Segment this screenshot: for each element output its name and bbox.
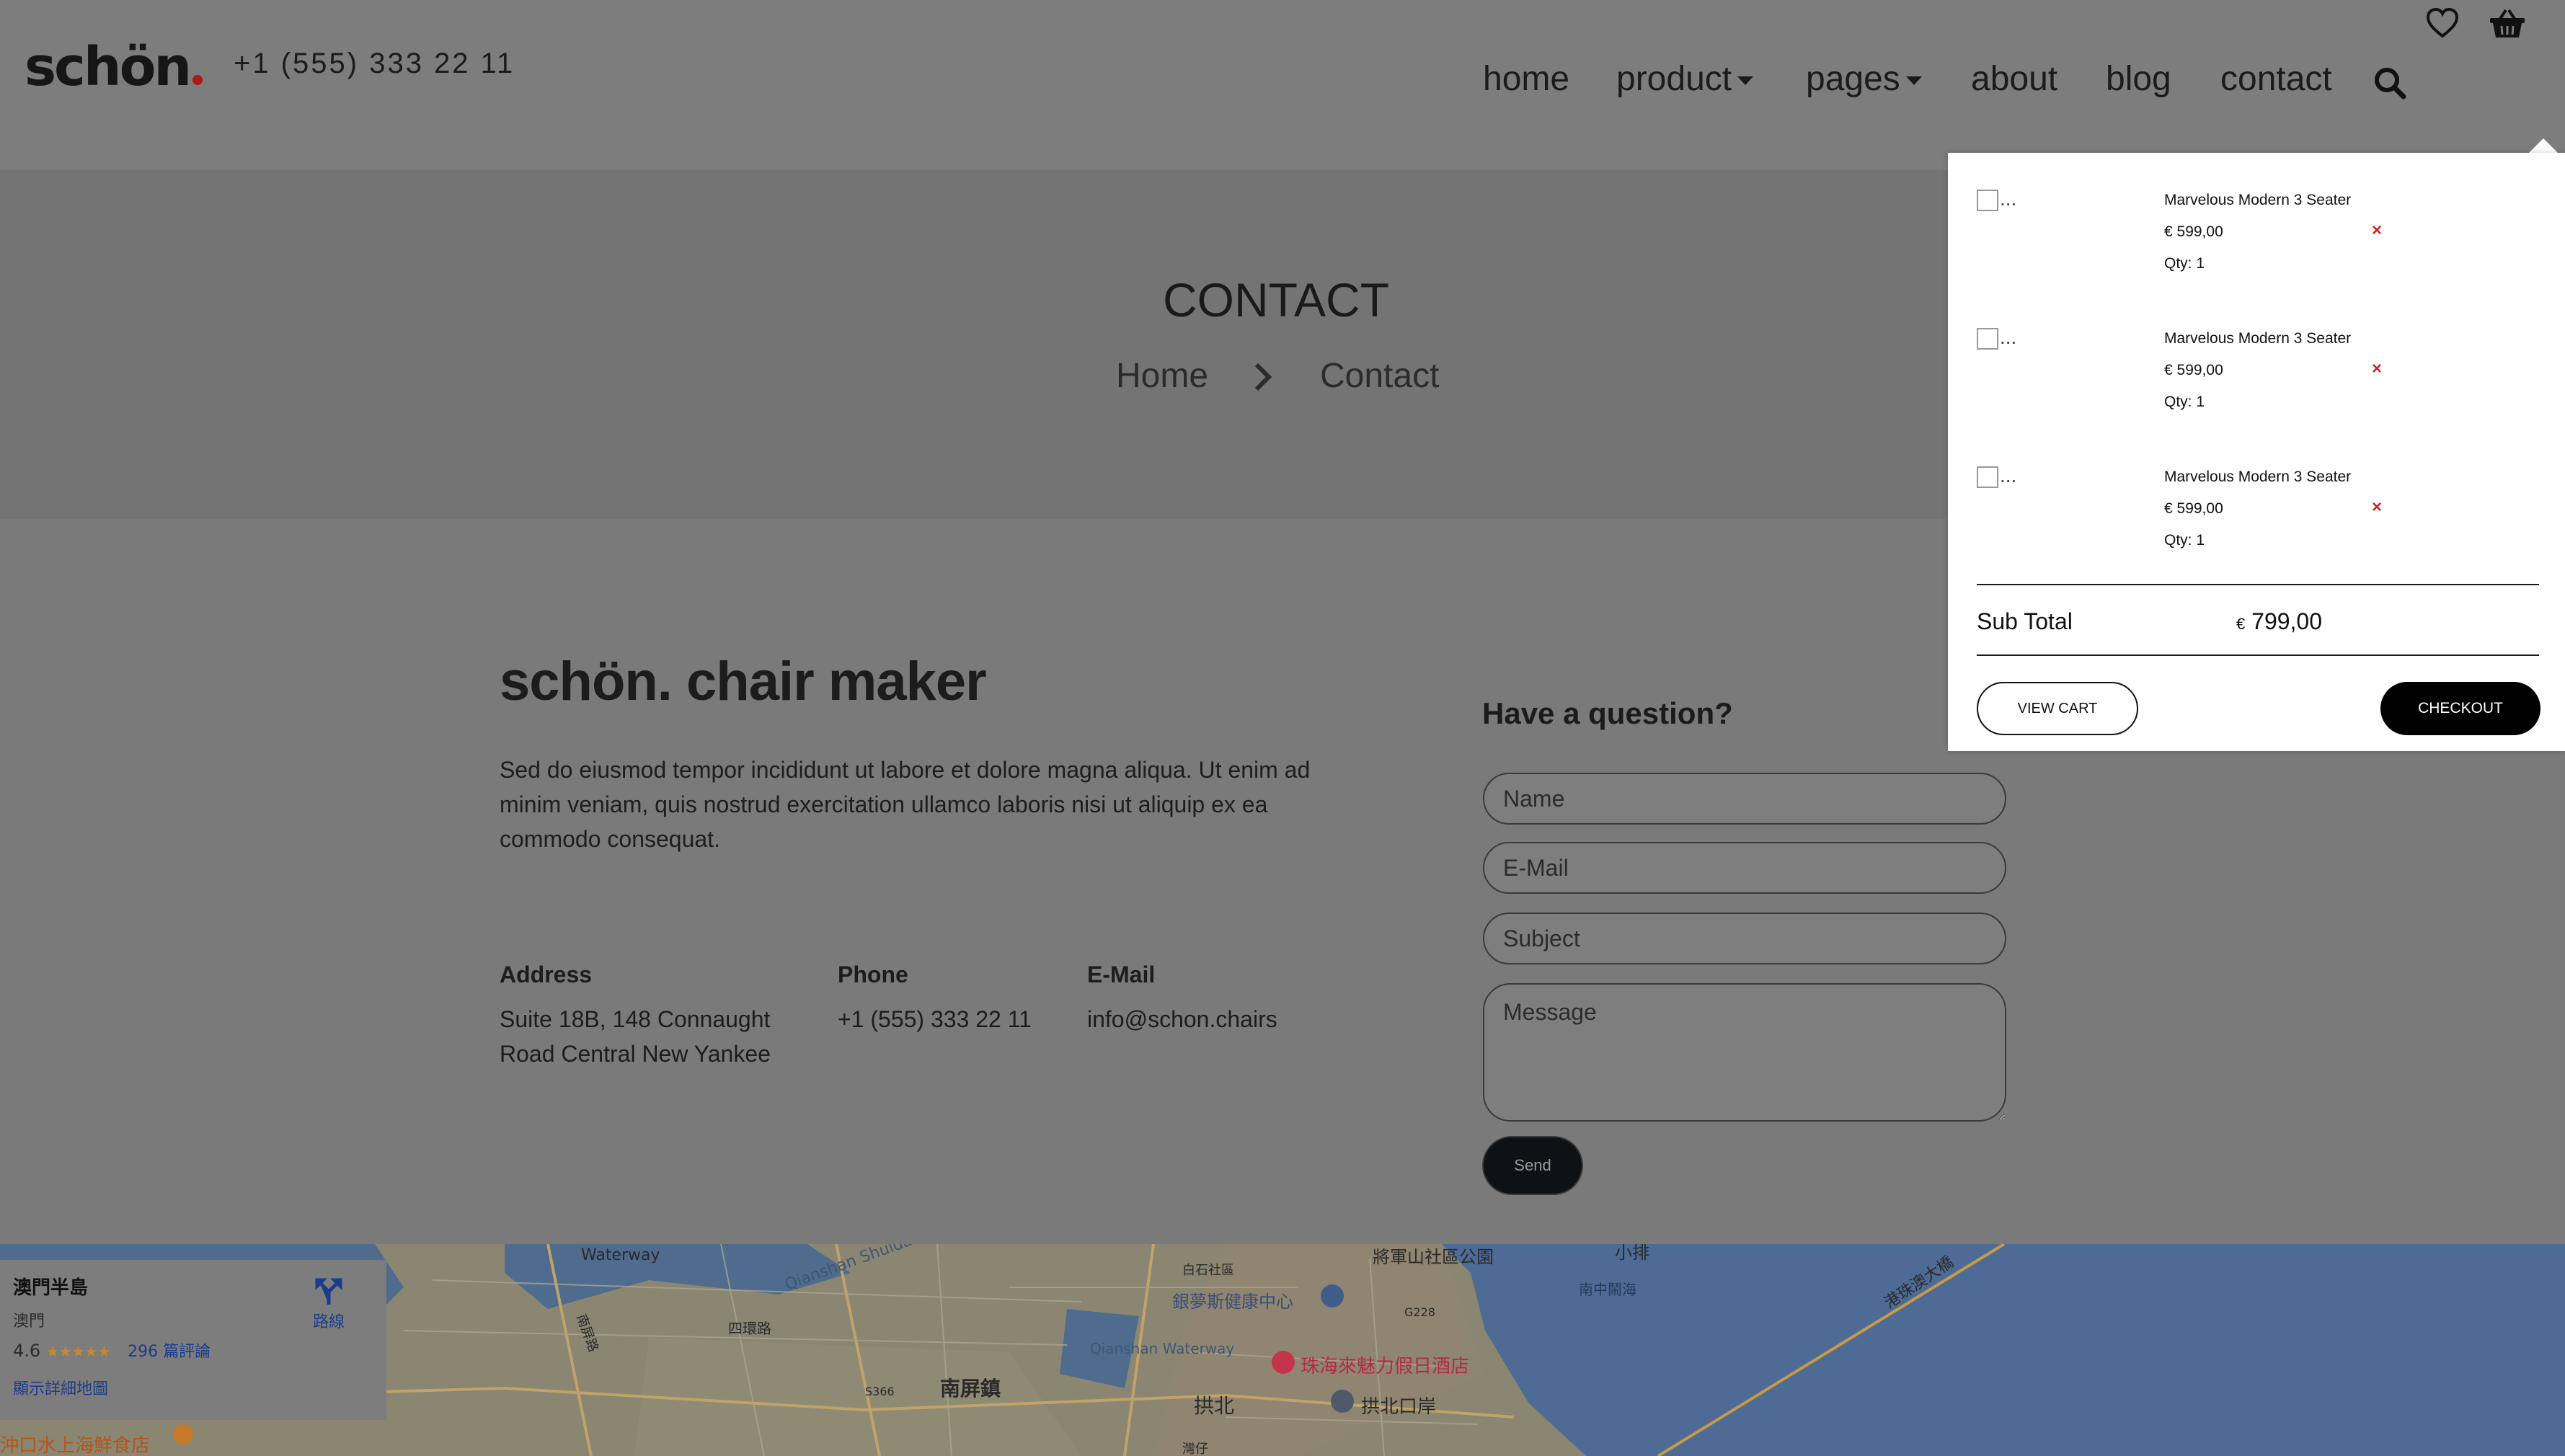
- form-heading: Have a question?: [1482, 696, 1733, 730]
- nav-product-label: product: [1616, 60, 1732, 98]
- directions-icon: [315, 1278, 342, 1305]
- map-label-restaurant: 沖口水上海鮮食店: [0, 1435, 150, 1456]
- map-label-qianshan-waterway: Qianshan Waterway: [1090, 1340, 1234, 1357]
- cart-divider: [1977, 654, 2539, 656]
- broken-image-icon: [1977, 189, 1998, 211]
- map-rating-row: 4.6 ★★★★★ 296 篇評論: [13, 1339, 373, 1362]
- map-label-baishi: 白石社區: [1182, 1263, 1234, 1278]
- address-line-1: Suite 18B, 148 Connaught: [500, 1006, 771, 1032]
- map-label-health: 銀夢斯健康中心: [1172, 1292, 1293, 1312]
- remove-item-icon[interactable]: ×: [2372, 359, 2382, 379]
- email-value[interactable]: info@schon.chairs: [1087, 1002, 1277, 1036]
- cart-item-thumbnail[interactable]: ...: [1977, 464, 2020, 490]
- nav-about[interactable]: about: [1971, 59, 2057, 99]
- map-place-card: 澳門半島 澳門 4.6 ★★★★★ 296 篇評論 顯示詳細地圖 路線: [0, 1260, 386, 1420]
- cart-item-price: € 599,00: [2164, 223, 2223, 240]
- subtotal-value: € 799,00: [2236, 608, 2322, 635]
- heart-icon[interactable]: [2425, 7, 2460, 39]
- address-value: Suite 18B, 148 Connaught Road Central New…: [500, 1002, 771, 1071]
- map-label-hotel: 珠海來魅力假日酒店: [1301, 1356, 1469, 1377]
- logo-text: schön: [25, 36, 192, 98]
- subtotal-currency: €: [2236, 615, 2246, 633]
- remove-item-icon[interactable]: ×: [2372, 221, 2382, 241]
- cart-item-price: € 599,00: [2164, 362, 2223, 378]
- phone-value[interactable]: +1 (555) 333 22 11: [838, 1002, 1032, 1036]
- cart-item: ... Marvelous Modern 3 Seater € 599,00 Q…: [1977, 306, 2539, 414]
- company-name: schön. chair maker: [500, 651, 987, 712]
- cart-item-name[interactable]: Marvelous Modern 3 Seater: [2164, 330, 2351, 347]
- broken-image-icon: [1977, 327, 1998, 350]
- checkout-button[interactable]: CHECKOUT: [2380, 682, 2540, 735]
- map-label-park: 將軍山社區公園: [1373, 1247, 1494, 1267]
- nav-pages[interactable]: pages: [1806, 59, 1922, 99]
- send-button[interactable]: Send: [1482, 1136, 1583, 1195]
- map-label-xiaogang: 小排: [1615, 1244, 1649, 1263]
- rating-stars-icon: ★★★★★: [45, 1343, 111, 1360]
- cart-item-thumbnail[interactable]: ...: [1977, 326, 2020, 352]
- map-label-g228: G228: [1404, 1305, 1435, 1319]
- cart-item-price: € 599,00: [2164, 500, 2223, 517]
- nav-pages-label: pages: [1806, 60, 1900, 98]
- cart-item-qty: Qty: 1: [2164, 255, 2205, 272]
- cart-item-thumbnail-alt: ...: [2000, 187, 2017, 210]
- caret-down-icon: [1905, 76, 1922, 86]
- address-label: Address: [500, 962, 593, 987]
- cart-item: ... Marvelous Modern 3 Seater € 599,00 Q…: [1977, 167, 2539, 275]
- map-label-sihuan: 四環路: [728, 1320, 771, 1337]
- breadcrumb-home[interactable]: Home: [1116, 356, 1208, 396]
- site-logo[interactable]: schön: [25, 36, 203, 98]
- map-label-nanzhongdi: 南中鬧海: [1579, 1281, 1636, 1298]
- mini-cart-panel: ... Marvelous Modern 3 Seater € 599,00 Q…: [1948, 153, 2565, 751]
- map-label-gongbei-port: 拱北口岸: [1361, 1396, 1436, 1418]
- chevron-right-icon: [1254, 363, 1272, 391]
- nav-contact[interactable]: contact: [2220, 59, 2332, 99]
- nav-product[interactable]: product: [1616, 59, 1754, 99]
- map-label-wanzai: 灣仔: [1182, 1442, 1208, 1456]
- cart-panel-pointer: [2529, 138, 2558, 153]
- map-directions-button[interactable]: 路線: [313, 1277, 345, 1332]
- address-line-2: Road Central New Yankee: [500, 1041, 771, 1067]
- cart-item-name[interactable]: Marvelous Modern 3 Seater: [2164, 192, 2351, 209]
- nav-home[interactable]: home: [1483, 59, 1569, 99]
- email-field[interactable]: [1483, 842, 2006, 894]
- broken-image-icon: [1977, 466, 1998, 488]
- map-reviews-link[interactable]: 296 篇評論: [128, 1343, 211, 1361]
- email-label: E-Mail: [1087, 962, 1156, 987]
- cart-item-thumbnail-alt: ...: [2000, 464, 2017, 487]
- site-header: [0, 0, 2565, 170]
- nav-blog[interactable]: blog: [2106, 59, 2171, 99]
- name-field[interactable]: [1483, 773, 2006, 825]
- map-larger-link[interactable]: 顯示詳細地圖: [13, 1376, 373, 1399]
- basket-icon[interactable]: [2489, 9, 2526, 39]
- subject-field[interactable]: [1483, 913, 2006, 964]
- cart-item: ... Marvelous Modern 3 Seater € 599,00 Q…: [1977, 444, 2539, 552]
- view-cart-button[interactable]: VIEW CART: [1977, 682, 2138, 735]
- logo-dot: [192, 75, 203, 85]
- caret-down-icon: [1737, 76, 1754, 86]
- phone-label: Phone: [838, 962, 908, 987]
- map-label-waterway: Waterway: [581, 1246, 660, 1264]
- message-field[interactable]: [1483, 983, 2006, 1122]
- cart-item-thumbnail[interactable]: ...: [1977, 187, 2020, 213]
- map-label-s366: S366: [865, 1385, 895, 1398]
- map-label-gongbei: 拱北: [1194, 1394, 1234, 1418]
- cart-item-thumbnail-alt: ...: [2000, 326, 2017, 348]
- cart-item-name[interactable]: Marvelous Modern 3 Seater: [2164, 469, 2351, 486]
- breadcrumb-current: Contact: [1320, 357, 1440, 395]
- cart-divider: [1977, 584, 2539, 585]
- subtotal-amount: 799,00: [2251, 608, 2323, 634]
- subtotal-label: Sub Total: [1977, 608, 2073, 634]
- map-rating: 4.6: [13, 1341, 41, 1361]
- header-phone[interactable]: +1 (555) 333 22 11: [234, 48, 515, 80]
- search-icon[interactable]: [2373, 66, 2406, 99]
- remove-item-icon[interactable]: ×: [2372, 497, 2382, 518]
- map-label-nanpingzhen: 南屏鎮: [940, 1377, 1001, 1400]
- map-directions-label: 路線: [313, 1313, 345, 1331]
- cart-item-qty: Qty: 1: [2164, 532, 2205, 549]
- company-description: Sed do eiusmod tempor incididunt ut labo…: [500, 757, 1311, 852]
- cart-item-qty: Qty: 1: [2164, 394, 2205, 410]
